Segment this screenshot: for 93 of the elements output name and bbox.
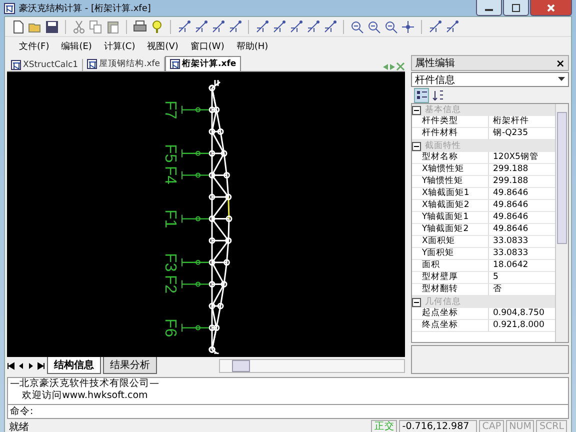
maximize-button[interactable] [503, 0, 529, 16]
pan-icon[interactable] [401, 20, 415, 34]
close-button[interactable] [530, 0, 572, 16]
line-tool-icon[interactable] [323, 20, 337, 34]
property-name: 杆件类型 [412, 116, 489, 128]
copy-icon[interactable] [89, 20, 103, 34]
load-label: F1 [162, 209, 179, 228]
document-tab[interactable]: XStructCalc1 [7, 59, 84, 71]
sheet-tab[interactable]: 结构信息 [47, 357, 101, 374]
load-label: F4 [162, 166, 179, 185]
key-indicator: CAP [479, 420, 504, 432]
property-name: X轴惯性矩 [412, 164, 489, 176]
vertical-scrollbar[interactable] [555, 104, 568, 342]
scissors-icon[interactable] [72, 20, 86, 34]
load-label: F6 [162, 318, 179, 338]
load-label: F3 [162, 253, 179, 272]
load-label: F5 [162, 144, 179, 163]
line-tool-icon[interactable] [289, 20, 303, 34]
menu-item[interactable]: 视图(V) [147, 40, 178, 52]
last-sheet-icon[interactable] [37, 362, 45, 370]
property-name: Y面积矩 [412, 248, 489, 260]
key-indicator: NUM [506, 420, 534, 432]
first-sheet-icon[interactable] [7, 362, 15, 370]
line-tool-icon[interactable] [177, 20, 191, 34]
output-line: —北京豪沃克软件技术有限公司— [10, 378, 160, 390]
property-name: Y轴截面矩1 [412, 212, 489, 224]
load-label: F2 [162, 274, 179, 294]
minimize-button[interactable] [476, 0, 502, 16]
property-name: X面积矩 [412, 236, 489, 248]
menu-item[interactable]: 编辑(E) [61, 40, 92, 52]
document-icon [11, 60, 21, 70]
property-name: X轴截面矩1 [412, 188, 489, 200]
sort-alphabetical-icon[interactable] [432, 88, 445, 102]
close-icon [546, 4, 556, 12]
next-sheet-icon[interactable] [27, 362, 35, 370]
categorized-icon[interactable] [414, 88, 429, 102]
menu-item[interactable]: 窗口(W) [190, 40, 224, 52]
status-text: 就绪 [9, 420, 30, 432]
collapse-icon[interactable] [412, 142, 421, 150]
document-icon [170, 59, 180, 69]
line-tool-icon[interactable] [211, 20, 225, 34]
command-label: 命令: [10, 405, 34, 418]
property-name: 型材壁厚 [412, 272, 489, 284]
property-name: 面积 [412, 260, 489, 272]
menu-item[interactable]: 文件(F) [19, 40, 50, 52]
zoom-icon[interactable] [367, 20, 381, 34]
window-title: 豪沃克结构计算 - [桁架计算.xfe] [19, 2, 152, 14]
output-line: 欢迎访问www.hwksoft.com [21, 390, 149, 402]
property-name: Y轴截面矩2 [412, 224, 489, 236]
dropdown-caret-icon [558, 77, 565, 82]
maximize-icon [511, 4, 521, 12]
document-icon [87, 59, 98, 69]
load-arrow [182, 170, 209, 180]
property-name: 型材名称 [412, 152, 489, 164]
line-tool-icon[interactable] [228, 20, 242, 34]
menu-item[interactable]: 帮助(H) [236, 40, 268, 52]
paste-icon[interactable] [106, 20, 120, 34]
zoom-icon[interactable] [350, 20, 364, 34]
load-arrow [182, 214, 209, 224]
help-icon[interactable] [150, 20, 164, 34]
collapse-icon[interactable] [412, 298, 421, 306]
load-label: F7 [162, 100, 179, 120]
panel-title: 属性编辑 [415, 56, 455, 70]
load-arrow [182, 148, 209, 158]
new-file-icon[interactable] [11, 20, 25, 34]
line-tool-icon[interactable] [255, 20, 269, 34]
load-arrow [182, 280, 209, 289]
line-tool-icon[interactable] [445, 20, 459, 34]
coordinates: -0.716,12.987 [399, 420, 478, 432]
property-name: Y轴惯性矩 [412, 176, 489, 188]
property-name: 起点坐标 [412, 308, 489, 320]
app-icon [4, 2, 15, 14]
line-tool-icon[interactable] [194, 20, 208, 34]
printer-icon[interactable] [133, 20, 147, 34]
object-dropdown[interactable]: 杆件信息 [411, 72, 569, 87]
previous-sheet-icon[interactable] [17, 362, 25, 370]
collapse-icon[interactable] [412, 106, 421, 114]
close-button[interactable]: × [556, 56, 565, 70]
sheet-tab[interactable]: 结果分析 [103, 357, 157, 374]
load-arrow [182, 258, 209, 267]
load-arrow [182, 105, 209, 114]
save-icon[interactable] [45, 20, 59, 34]
property-name: X轴截面矩2 [412, 200, 489, 212]
property-name: 终点坐标 [412, 320, 489, 332]
horizontal-scrollbar[interactable] [219, 358, 405, 372]
line-tool-icon[interactable] [272, 20, 286, 34]
document-tab[interactable]: 桁架计算.xfe [165, 56, 242, 71]
menu-item[interactable]: 计算(C) [104, 40, 136, 52]
zoom-icon[interactable] [384, 20, 398, 34]
line-tool-icon[interactable] [306, 20, 320, 34]
load-arrow [182, 323, 209, 332]
line-tool-icon[interactable] [428, 20, 442, 34]
key-indicator: SCRL [536, 420, 567, 432]
